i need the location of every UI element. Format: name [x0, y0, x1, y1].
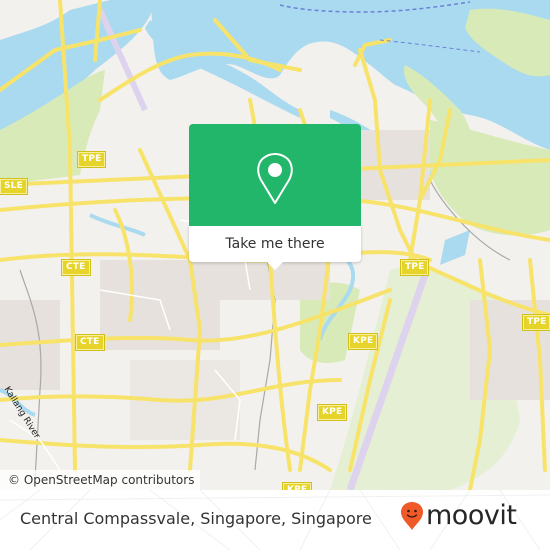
- footer-bar: Central Compassvale, Singapore, Singapor…: [0, 490, 550, 550]
- popup-tail: [267, 262, 283, 270]
- osm-attribution[interactable]: © OpenStreetMap contributors: [0, 470, 201, 490]
- road-shield-kpe: KPE: [281, 482, 313, 490]
- moovit-wordmark: moovit: [426, 500, 517, 531]
- place-name: Central Compassvale, Singapore, Singapor…: [20, 509, 372, 528]
- road-shield-cte: CTE: [75, 334, 105, 351]
- map-view[interactable]: TPE SLE CTE CTE TPE TPE KPE KPE KPE Kall…: [0, 0, 550, 490]
- road-shield-kpe: KPE: [347, 333, 379, 350]
- road-shield-tpe: TPE: [521, 314, 550, 331]
- take-me-there-button[interactable]: Take me there: [189, 226, 361, 262]
- lake: [440, 230, 470, 265]
- road-shield-kpe: KPE: [316, 404, 348, 421]
- road-shield-sle: SLE: [0, 178, 28, 195]
- popup-header[interactable]: [189, 124, 361, 226]
- directions-popup[interactable]: Take me there: [189, 124, 361, 270]
- moovit-smiley-pin-icon: [401, 502, 423, 530]
- road-shield-cte: CTE: [61, 259, 91, 276]
- road-shield-tpe: TPE: [76, 151, 107, 168]
- location-pin-icon: [257, 153, 293, 204]
- moovit-logo[interactable]: moovit: [400, 500, 517, 531]
- road-shield-tpe: TPE: [399, 259, 430, 276]
